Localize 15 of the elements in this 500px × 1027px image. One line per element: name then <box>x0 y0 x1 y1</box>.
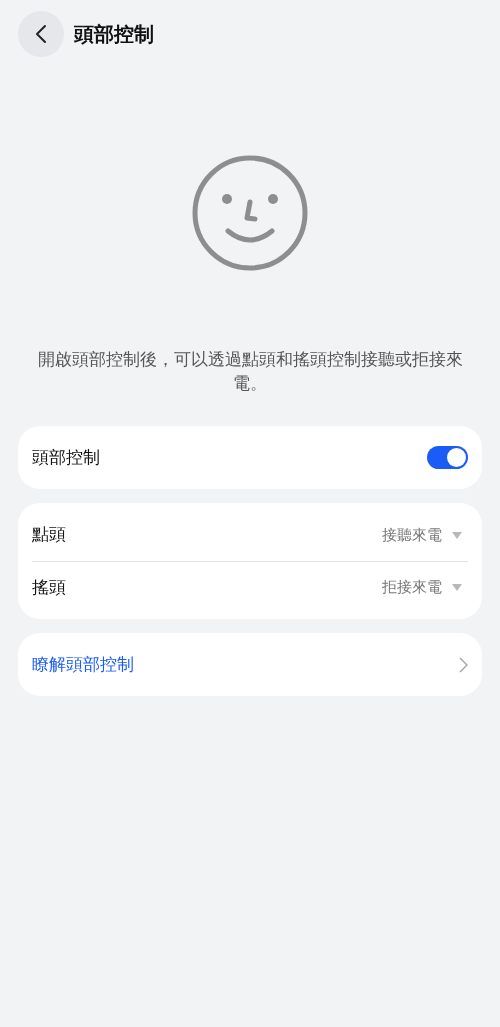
dropdown-icon <box>452 531 462 539</box>
gesture-label: 點頭 <box>32 524 66 547</box>
toggle-label: 頭部控制 <box>32 446 100 469</box>
page-title: 頭部控制 <box>74 22 154 47</box>
back-icon <box>35 24 47 44</box>
description-text: 開啟頭部控制後，可以透過點頭和搖頭控制接聽或拒接來電。 <box>36 349 464 395</box>
face-icon <box>191 154 309 272</box>
chevron-right-icon <box>459 656 468 673</box>
toggle-switch[interactable] <box>427 446 468 469</box>
learn-more-link[interactable]: 瞭解頭部控制 <box>18 633 482 696</box>
gesture-dropdown[interactable]: 接聽來電 <box>382 523 468 547</box>
back-button[interactable] <box>18 11 64 57</box>
gesture-label: 搖頭 <box>32 576 66 599</box>
dropdown-icon <box>452 584 462 591</box>
gesture-dropdown[interactable]: 拒接來電 <box>382 576 468 599</box>
